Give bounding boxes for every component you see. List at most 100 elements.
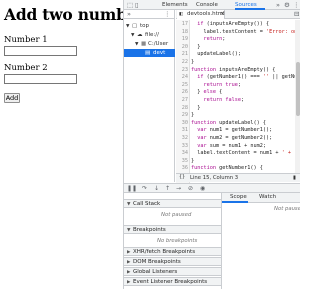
step-out-icon[interactable]: ↑ (165, 185, 170, 192)
code-line[interactable]: 31 var num1 = getNumber1(); (176, 127, 300, 135)
line-number[interactable]: 32 (176, 135, 188, 143)
code-line[interactable]: 26 } else { (176, 89, 300, 97)
code-text: if (inputsAreEmpty()) { (197, 21, 270, 27)
code-text: return false; (203, 97, 245, 103)
inspect-icon[interactable]: ⬚ (127, 1, 133, 9)
more-tabs-icon[interactable]: » (276, 1, 280, 9)
code-line[interactable]: 33 var sum = num1 + num2; (176, 143, 300, 151)
line-number[interactable]: 17 (176, 21, 188, 29)
code-line[interactable]: 35} (176, 158, 300, 166)
line-number[interactable]: 23 (176, 67, 188, 75)
line-number[interactable]: 25 (176, 82, 188, 90)
line-number[interactable]: 35 (176, 158, 188, 166)
code-text: function updateLabel() { (191, 119, 266, 126)
line-number[interactable]: 36 (176, 165, 188, 173)
more-icon[interactable]: » (127, 10, 131, 18)
scope-not-paused: Not paused (274, 206, 300, 212)
line-number[interactable]: 26 (176, 89, 188, 97)
code-line[interactable]: 20 } (176, 44, 300, 52)
toggle-debugger-icon[interactable]: ⊟ (294, 10, 299, 18)
tab-watch[interactable]: Watch (259, 194, 276, 200)
pretty-print-icon[interactable]: {} (179, 175, 185, 180)
code-line[interactable]: 21 updateLabel(); (176, 51, 300, 59)
tab-console[interactable]: Console (196, 2, 218, 8)
code-line[interactable]: 32 var num2 = getNumber2(); (176, 135, 300, 143)
editor-status-bar: {} Line 15, Column 3 ▮ (176, 173, 300, 182)
settings-icon[interactable]: ⚙ (284, 1, 290, 9)
line-number[interactable]: 34 (176, 150, 188, 158)
section-global-listeners[interactable]: ▶ Global Listeners (124, 267, 221, 276)
tab-elements[interactable]: Elements (162, 2, 188, 8)
device-toggle-icon[interactable]: ▯ (135, 1, 139, 9)
toggle-navigator-icon[interactable]: ◧ (179, 12, 183, 17)
add-button[interactable]: Add (4, 93, 20, 103)
tree-item-top[interactable]: ▼ ▢ top (124, 22, 175, 30)
tree-item-devtools-html[interactable]: ▤ devt (124, 49, 175, 57)
expand-arrow-icon: ▶ (127, 279, 131, 285)
code-line[interactable]: 36 function getNumber1() { (176, 165, 300, 173)
code-line[interactable]: 28 } (176, 105, 300, 113)
scope-watch-tabs: Scope Watch (222, 193, 300, 203)
line-number[interactable]: 24 (176, 74, 188, 82)
pause-on-exceptions-icon[interactable]: ◉ (200, 185, 205, 192)
tree-item-file[interactable]: ▼ ☁ file:// (124, 31, 175, 39)
no-breakpoints-text: No breakpoints (157, 238, 198, 244)
collapse-arrow-icon: ▼ (127, 201, 131, 207)
folder-icon: ■ (141, 41, 147, 47)
code-line[interactable]: 34 label.textContent = num1 + ' + ' (176, 150, 300, 158)
code-editor: ◧ devtools.html × ⊟ 17 if (inputsAreEmpt… (176, 10, 300, 185)
section-breakpoints[interactable]: ▼ Breakpoints (124, 225, 221, 234)
navigator-menu-icon[interactable]: ⋮ (164, 10, 171, 18)
pane-divider[interactable] (221, 193, 222, 289)
call-stack-not-paused: Not paused (161, 212, 192, 218)
code-line[interactable]: 25 return true; (176, 82, 300, 90)
line-number[interactable]: 33 (176, 143, 188, 151)
section-dom-breakpoints[interactable]: ▶ DOM Breakpoints (124, 257, 221, 266)
editor-tab-devtools-html[interactable]: ◧ devtools.html × (177, 10, 225, 19)
line-number[interactable]: 19 (176, 36, 188, 44)
line-number[interactable]: 20 (176, 44, 188, 52)
code-line[interactable]: 24 if (getNumber1() === '' || getNum (176, 74, 300, 82)
line-number[interactable]: 28 (176, 105, 188, 113)
code-line[interactable]: 22} (176, 59, 300, 67)
number1-input[interactable] (4, 46, 77, 56)
expand-arrow-icon: ▶ (127, 259, 131, 265)
deactivate-breakpoints-icon[interactable]: ⊘ (188, 185, 193, 192)
line-number[interactable]: 30 (176, 120, 188, 128)
pause-icon[interactable]: ❚❚ (127, 185, 137, 192)
coverage-icon[interactable]: ▮ (293, 175, 296, 181)
line-number[interactable]: 29 (176, 112, 188, 120)
code-line[interactable]: 27 return false; (176, 97, 300, 105)
code-line[interactable]: 23 function inputsAreEmpty() { (176, 67, 300, 75)
code-line[interactable]: 29} (176, 112, 300, 120)
step-into-icon[interactable]: ↓ (154, 185, 159, 192)
line-number[interactable]: 18 (176, 29, 188, 37)
section-xhr-breakpoints[interactable]: ▶ XHR/fetch Breakpoints (124, 247, 221, 256)
tab-scope[interactable]: Scope (230, 194, 247, 200)
code-text: return; (203, 36, 226, 43)
page-heading: Add two numbers (4, 5, 153, 24)
editor-scroll-thumb[interactable] (296, 62, 300, 116)
code-line[interactable]: 30 function updateLabel() { (176, 120, 300, 128)
menu-icon[interactable]: ⋮ (293, 1, 300, 9)
section-event-listener-breakpoints[interactable]: ▶ Event Listener Breakpoints (124, 277, 221, 286)
code-line[interactable]: 18 label.textContent = 'Error: one (176, 29, 300, 37)
line-number[interactable]: 27 (176, 97, 188, 105)
step-over-icon[interactable]: ↷ (142, 185, 147, 192)
step-icon[interactable]: → (176, 185, 181, 192)
code-line[interactable]: 17 if (inputsAreEmpty()) { (176, 21, 300, 29)
code-text: var sum = num1 + num2; (197, 142, 266, 149)
close-tab-icon[interactable]: × (220, 11, 225, 17)
code-text: if (getNumber1() === '' || getNum (197, 74, 300, 81)
line-number[interactable]: 22 (176, 59, 188, 67)
number2-input[interactable] (4, 74, 77, 84)
section-call-stack[interactable]: ▼ Call Stack (124, 199, 221, 208)
code-line[interactable]: 19 return; (176, 36, 300, 44)
tree-item-folder[interactable]: ▼ ■ C:/User (124, 40, 175, 48)
line-number[interactable]: 21 (176, 51, 188, 59)
expand-arrow-icon: ▼ (135, 41, 139, 47)
cloud-icon: ☁ (137, 32, 143, 38)
code-area[interactable]: 17 if (inputsAreEmpty()) {18 label.textC… (176, 20, 300, 185)
file-navigator: » ⋮ ▼ ▢ top ▼ ☁ file:// ▼ ■ C:/User ▤ de… (124, 10, 175, 182)
line-number[interactable]: 31 (176, 127, 188, 135)
